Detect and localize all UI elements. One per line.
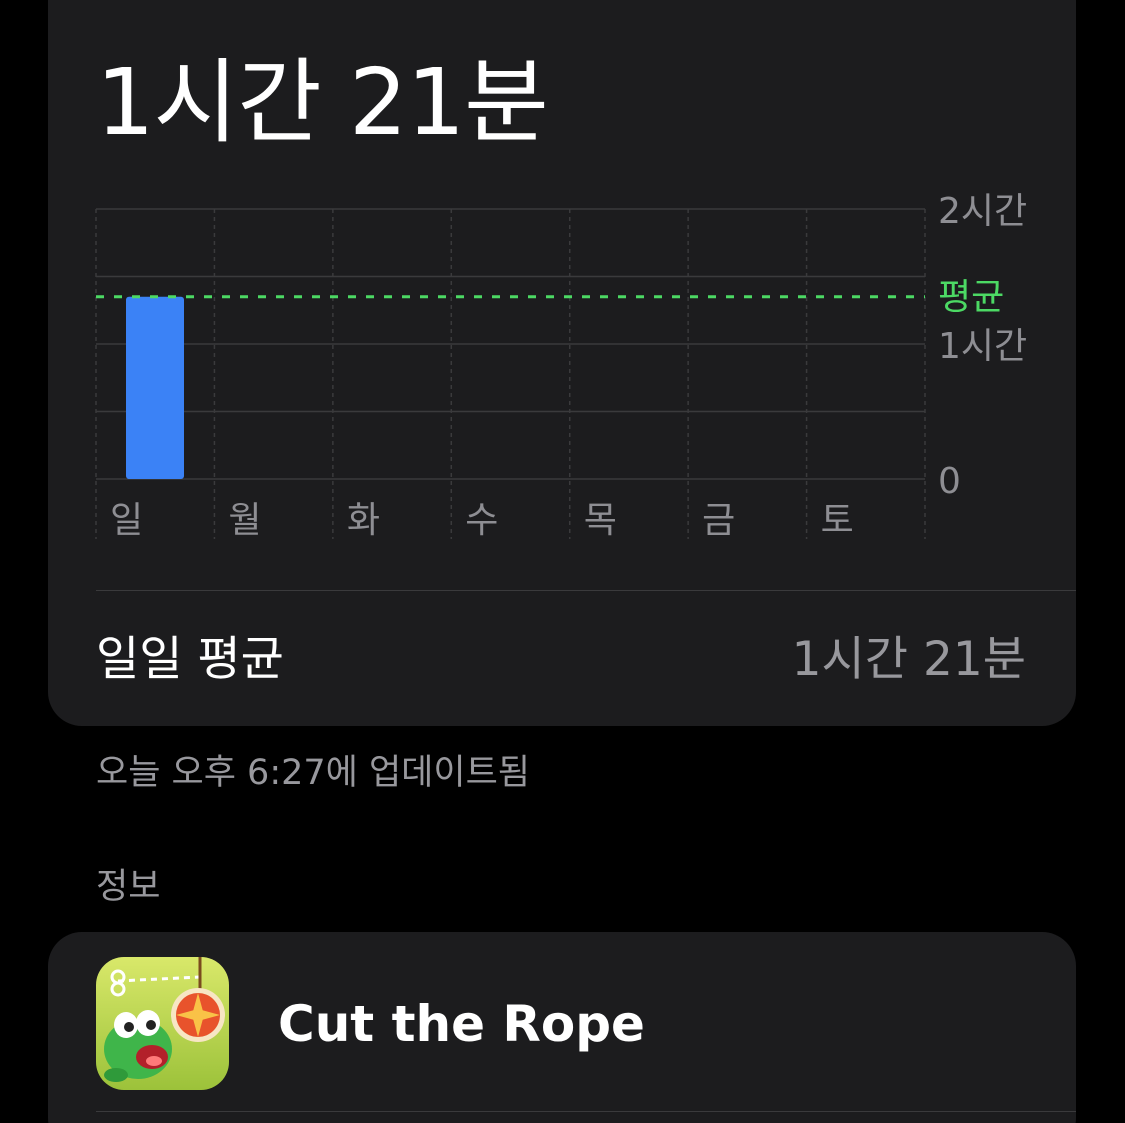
- row-separator: [96, 1111, 1076, 1112]
- chart-average-label: 평균: [938, 277, 1004, 318]
- updated-timestamp: 오늘 오후 6:27에 업데이트됨: [96, 753, 530, 793]
- chart-x-tick-label: 금: [702, 500, 735, 541]
- chart-y-tick-label: 1시간: [938, 326, 1027, 367]
- chart-y-tick-label: 0: [938, 461, 961, 502]
- info-section-header: 정보: [96, 867, 161, 907]
- screen-time-page: 1시간 21분 2시간 1시간 0 평균 일 월 화 수 목 금 토 일일 평균 1시간 21분 오…: [0, 0, 1125, 1123]
- chart-bar-0: [126, 296, 184, 479]
- usage-bar-chart[interactable]: 2시간 1시간 0 평균일 월 화 수 목 금 토: [0, 0, 1125, 560]
- chart-x-tick-label: 수: [465, 500, 498, 541]
- chart-x-tick-label: 목: [584, 500, 617, 541]
- divider: [96, 590, 1076, 591]
- chart-x-tick-label: 월: [228, 500, 261, 541]
- app-name: Cut the Rope: [278, 995, 645, 1053]
- chart-x-tick-label: 일: [110, 500, 143, 541]
- daily-average-value: 1시간 21분: [791, 632, 1026, 687]
- chart-y-tick-label: 2시간: [938, 191, 1027, 232]
- chart-x-tick-label: 토: [821, 500, 854, 541]
- cut-the-rope-app-icon: [96, 957, 229, 1090]
- daily-average-label: 일일 평균: [96, 632, 284, 687]
- chart-x-tick-label: 화: [347, 500, 380, 541]
